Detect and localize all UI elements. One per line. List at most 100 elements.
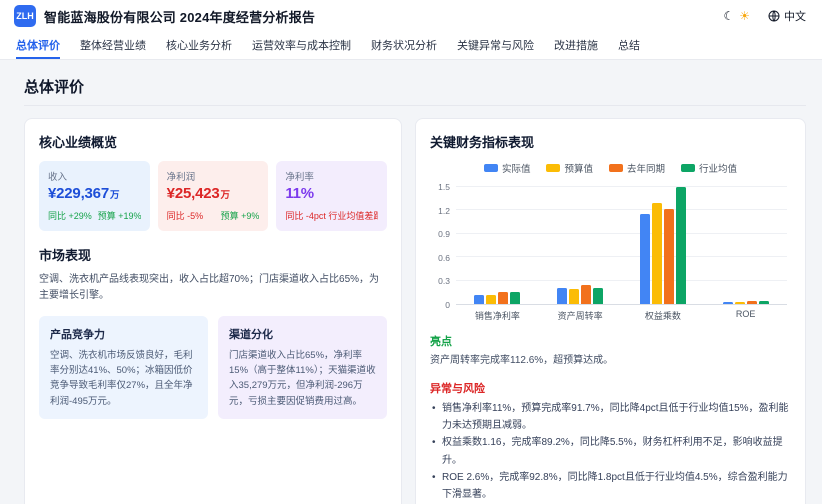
- legend-item[interactable]: 去年同期: [609, 161, 665, 175]
- nav-tab[interactable]: 总体评价: [16, 32, 60, 59]
- legend-swatch-icon: [609, 164, 623, 172]
- market-text: 空调、洗衣机产品线表现突出，收入占比超70%；门店渠道收入占比65%，为主要增长…: [39, 272, 387, 304]
- nav-tab[interactable]: 整体经营业绩: [80, 32, 146, 59]
- theme-toggle[interactable]: ☾ ☀: [723, 10, 750, 22]
- top-grid: 核心业绩概览 收入 ¥229,367万同比 +29% 预算 +19% 净利润 ¥25,4…: [24, 118, 806, 504]
- bar-group: [622, 187, 705, 304]
- legend-swatch-icon: [546, 164, 560, 172]
- bar: [486, 295, 496, 304]
- chart-plot: [456, 187, 787, 305]
- metric-trends: 同比 -5% 预算 +9%: [167, 209, 260, 222]
- metric-label: 净利润: [167, 169, 260, 183]
- highlight-text: 资产周转率完成率112.6%，超预算达成。: [430, 353, 791, 369]
- nav-tab[interactable]: 总结: [618, 32, 640, 59]
- language-switcher[interactable]: 中文: [768, 8, 806, 24]
- bar: [557, 288, 567, 304]
- nav-tab[interactable]: 改进措施: [554, 32, 598, 59]
- legend-swatch-icon: [484, 164, 498, 172]
- legend-item[interactable]: 实际值: [484, 161, 531, 175]
- bar: [498, 292, 508, 304]
- title-divider: [24, 105, 806, 106]
- metric-value: 11%: [285, 185, 378, 202]
- page-title: 总体评价: [24, 76, 806, 97]
- bar: [676, 187, 686, 304]
- subcards: 产品竞争力空调、洗衣机市场反馈良好，毛利率分别达41%、50%；冰箱因低价竞争导…: [39, 316, 387, 419]
- app-header: ZLH 智能蓝海股份有限公司 2024年度经营分析报告 ☾ ☀ 中文: [0, 0, 822, 32]
- chart-x-axis: 销售净利率资产周转率权益乘数ROE: [456, 305, 787, 322]
- y-tick-label: 0.9: [438, 229, 450, 239]
- x-tick-label: 权益乘数: [622, 309, 705, 322]
- legend-item[interactable]: 行业均值: [681, 161, 737, 175]
- metric-box: 收入 ¥229,367万同比 +29% 预算 +19%: [39, 161, 150, 231]
- nav-tab[interactable]: 核心业务分析: [166, 32, 232, 59]
- subcard-title: 产品竞争力: [50, 326, 197, 342]
- x-tick-label: ROE: [704, 309, 787, 322]
- nav-tab[interactable]: 关键异常与风险: [457, 32, 534, 59]
- bar-group: [456, 187, 539, 304]
- metric-trend: 预算 +19%: [98, 209, 141, 222]
- subcard: 渠道分化门店渠道收入占比65%，净利率15%（高于整体11%）；天猫渠道收入35…: [218, 316, 387, 419]
- nav-tab[interactable]: 运营效率与成本控制: [252, 32, 351, 59]
- y-tick-label: 1.5: [438, 182, 450, 192]
- sun-icon[interactable]: ☀: [739, 10, 750, 22]
- chart-y-axis: 00.30.60.91.21.5: [430, 187, 456, 305]
- legend-swatch-icon: [681, 164, 695, 172]
- metric-unit: 万: [221, 190, 230, 201]
- core-performance-card: 核心业绩概览 收入 ¥229,367万同比 +29% 预算 +19% 净利润 ¥25,4…: [24, 118, 402, 504]
- app-logo: ZLH: [14, 5, 36, 27]
- y-tick-label: 0.3: [438, 276, 450, 286]
- language-label: 中文: [784, 8, 806, 24]
- bar: [593, 288, 603, 304]
- metric-boxes: 收入 ¥229,367万同比 +29% 预算 +19% 净利润 ¥25,423万同比 -…: [39, 161, 387, 231]
- legend-label: 去年同期: [627, 161, 665, 175]
- moon-icon[interactable]: ☾: [723, 10, 734, 22]
- metric-trend: 同比 -4pct 行业均值差距 -4%: [285, 209, 378, 222]
- bar-group: [539, 187, 622, 304]
- risk-item: 销售净利率11%，预算完成率91.7%，同比降4pct且低于行业均值15%，盈利…: [430, 400, 791, 434]
- bar: [735, 302, 745, 304]
- legend-label: 行业均值: [699, 161, 737, 175]
- globe-icon: [768, 10, 780, 22]
- bar-groups: [456, 187, 787, 304]
- bar: [569, 289, 579, 304]
- subcard-title: 渠道分化: [229, 326, 376, 342]
- subcard: 产品竞争力空调、洗衣机市场反馈良好，毛利率分别达41%、50%；冰箱因低价竞争导…: [39, 316, 208, 419]
- chart-legend: 实际值 预算值 去年同期 行业均值: [430, 161, 791, 175]
- x-tick-label: 销售净利率: [456, 309, 539, 322]
- y-tick-label: 1.2: [438, 206, 450, 216]
- metric-label: 净利率: [285, 169, 378, 183]
- risk-heading: 异常与风险: [430, 380, 791, 396]
- metric-trend: 同比 +29%: [48, 209, 92, 222]
- legend-item[interactable]: 预算值: [546, 161, 593, 175]
- app-title: 智能蓝海股份有限公司 2024年度经营分析报告: [44, 7, 315, 26]
- card-title: 核心业绩概览: [39, 132, 387, 151]
- metric-trends: 同比 +29% 预算 +19%: [48, 209, 141, 222]
- metric-box: 净利率 11% 同比 -4pct 行业均值差距 -4%: [276, 161, 387, 231]
- metric-trend: 同比 -5%: [167, 209, 204, 222]
- nav-tab[interactable]: 财务状况分析: [371, 32, 437, 59]
- key-indicators-card: 关键财务指标表现 实际值预算值去年同期行业均值 00.30.60.91.21.5…: [415, 118, 806, 504]
- risk-item: ROE 2.6%，完成率92.8%，同比降1.8pct且低于行业均值4.5%，综…: [430, 469, 791, 503]
- metric-label: 收入: [48, 169, 141, 183]
- metric-unit: 万: [110, 190, 119, 201]
- metric-trends: 同比 -4pct 行业均值差距 -4%: [285, 209, 378, 222]
- market-section-title: 市场表现: [39, 245, 387, 264]
- bar: [664, 209, 674, 304]
- bar: [747, 301, 757, 304]
- metric-value: ¥25,423万: [167, 185, 260, 202]
- metric-value: ¥229,367万: [48, 185, 141, 202]
- risk-list: 销售净利率11%，预算完成率91.7%，同比降4pct且低于行业均值15%，盈利…: [430, 400, 791, 503]
- subcard-text: 空调、洗衣机市场反馈良好，毛利率分别达41%、50%；冰箱因低价竞争导致毛利率仅…: [50, 348, 197, 409]
- bar: [510, 292, 520, 304]
- risk-item: 权益乘数1.16，完成率89.2%，同比降5.5%，财务杠杆利用不足，影响收益提…: [430, 434, 791, 468]
- card-title: 关键财务指标表现: [430, 132, 791, 151]
- bar: [640, 214, 650, 304]
- metric-box: 净利润 ¥25,423万同比 -5% 预算 +9%: [158, 161, 269, 231]
- bar: [474, 295, 484, 304]
- y-tick-label: 0.6: [438, 253, 450, 263]
- metric-trend: 预算 +9%: [221, 209, 260, 222]
- tab-bar: 总体评价整体经营业绩核心业务分析运营效率与成本控制财务状况分析关键异常与风险改进…: [0, 32, 822, 60]
- legend-label: 实际值: [502, 161, 531, 175]
- x-tick-label: 资产周转率: [539, 309, 622, 322]
- bar: [759, 301, 769, 305]
